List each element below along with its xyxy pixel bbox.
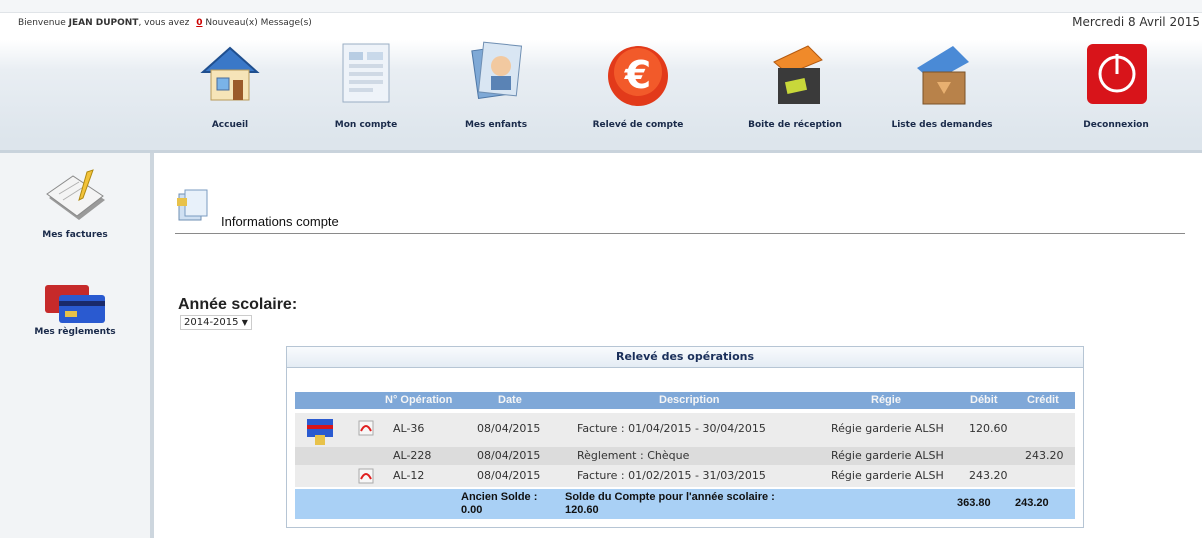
- nav-label-boite: Boite de réception: [748, 120, 842, 130]
- col-operation: N° Opération: [385, 394, 453, 406]
- sidebar-label-factures: Mes factures: [42, 230, 108, 240]
- chevron-down-icon: ▼: [241, 318, 248, 327]
- pdf-icon[interactable]: [357, 419, 375, 440]
- nav-label-releve: Relevé de compte: [592, 120, 684, 130]
- current-date: Mercredi 8 Avril 2015: [1072, 15, 1200, 29]
- nav-mon-compte[interactable]: Mon compte: [306, 38, 426, 138]
- bank-card-icon[interactable]: [305, 415, 335, 450]
- euro-icon: €: [603, 38, 673, 108]
- row-desc: Règlement : Chèque: [577, 449, 690, 462]
- payments-icon: [0, 279, 150, 327]
- message-count-link[interactable]: 0: [196, 18, 202, 28]
- welcome-message: Bienvenue JEAN DUPONT, vous avez 0 Nouve…: [18, 18, 312, 28]
- table-row: AL-36 08/04/2015 Facture : 01/04/2015 - …: [295, 413, 1075, 447]
- section-header: Informations compte: [175, 188, 1185, 234]
- year-select-value: 2014-2015: [184, 317, 239, 328]
- nav-boite-reception[interactable]: Boite de réception: [735, 38, 855, 138]
- col-date: Date: [498, 394, 522, 406]
- statement-panel: Relevé des opérations N° Opération Date …: [286, 346, 1084, 528]
- row-op: AL-228: [393, 449, 432, 462]
- welcome-mid: , vous avez: [138, 18, 190, 28]
- old-balance-label: Ancien Solde :: [461, 491, 538, 503]
- row-desc: Facture : 01/02/2015 - 31/03/2015: [577, 469, 766, 482]
- col-debit: Débit: [970, 394, 998, 406]
- row-op: AL-36: [393, 422, 425, 435]
- message-link[interactable]: Nouveau(x) Message(s): [205, 18, 311, 28]
- row-date: 08/04/2015: [477, 422, 541, 435]
- nav-label-mes-enfants: Mes enfants: [464, 120, 528, 130]
- statement-total-row: Ancien Solde : 0.00 Solde du Compte pour…: [295, 489, 1075, 519]
- old-balance-value: 0.00: [461, 504, 483, 516]
- row-regie: Régie garderie ALSH: [831, 449, 944, 462]
- balance-value: 120.60: [565, 504, 599, 516]
- sidebar-item-factures[interactable]: Mes factures: [0, 168, 150, 240]
- row-desc: Facture : 01/04/2015 - 30/04/2015: [577, 422, 766, 435]
- pdf-icon[interactable]: [357, 467, 375, 488]
- col-regie: Régie: [871, 394, 901, 406]
- statement-title: Relevé des opérations: [287, 347, 1083, 368]
- nav-label-accueil: Accueil: [211, 120, 249, 130]
- nav-label-mon-compte: Mon compte: [334, 120, 398, 130]
- left-sidebar: Mes factures Mes règlements: [0, 153, 154, 538]
- year-label: Année scolaire:: [178, 296, 298, 313]
- year-select[interactable]: 2014-2015 ▼: [180, 315, 252, 330]
- nav-releve-de-compte[interactable]: € Relevé de compte: [578, 38, 698, 138]
- user-name: JEAN DUPONT: [68, 18, 139, 28]
- page-title: Informations compte: [221, 214, 339, 229]
- nav-label-liste: Liste des demandes: [891, 120, 993, 130]
- row-debit: 120.60: [969, 422, 1008, 435]
- inbox-icon: [760, 38, 830, 108]
- row-date: 08/04/2015: [477, 449, 541, 462]
- nav-mes-enfants[interactable]: Mes enfants: [436, 38, 556, 138]
- account-info-icon: [175, 188, 211, 224]
- row-credit: 243.20: [1025, 449, 1064, 462]
- power-icon: [1081, 38, 1151, 108]
- row-regie: Régie garderie ALSH: [831, 469, 944, 482]
- account-icon: [331, 38, 401, 108]
- nav-deconnexion[interactable]: Deconnexion: [1056, 38, 1176, 138]
- table-row: AL-228 08/04/2015 Règlement : Chèque Rég…: [295, 447, 1075, 465]
- requests-icon: [907, 38, 977, 108]
- welcome-prefix: Bienvenue: [18, 18, 66, 28]
- statement-table-header: N° Opération Date Description Régie Débi…: [295, 392, 1075, 409]
- children-icon: [461, 38, 531, 108]
- credit-total: 243.20: [1015, 497, 1049, 509]
- table-row: AL-12 08/04/2015 Facture : 01/02/2015 - …: [295, 465, 1075, 487]
- row-op: AL-12: [393, 469, 425, 482]
- invoices-icon: [0, 168, 150, 230]
- nav-label-deconnexion: Deconnexion: [1083, 120, 1149, 130]
- sidebar-label-reglements: Mes règlements: [34, 327, 116, 337]
- row-regie: Régie garderie ALSH: [831, 422, 944, 435]
- top-strip: [0, 0, 1202, 13]
- col-description: Description: [659, 394, 720, 406]
- col-credit: Crédit: [1027, 394, 1059, 406]
- debit-total: 363.80: [957, 497, 991, 509]
- row-debit: 243.20: [969, 469, 1008, 482]
- sidebar-item-reglements[interactable]: Mes règlements: [0, 279, 150, 337]
- home-icon: [195, 38, 265, 108]
- nav-liste-demandes[interactable]: Liste des demandes: [882, 38, 1002, 138]
- nav-accueil[interactable]: Accueil: [170, 38, 290, 138]
- svg-text:€: €: [624, 53, 651, 97]
- balance-label: Solde du Compte pour l'année scolaire :: [565, 491, 775, 503]
- row-date: 08/04/2015: [477, 469, 541, 482]
